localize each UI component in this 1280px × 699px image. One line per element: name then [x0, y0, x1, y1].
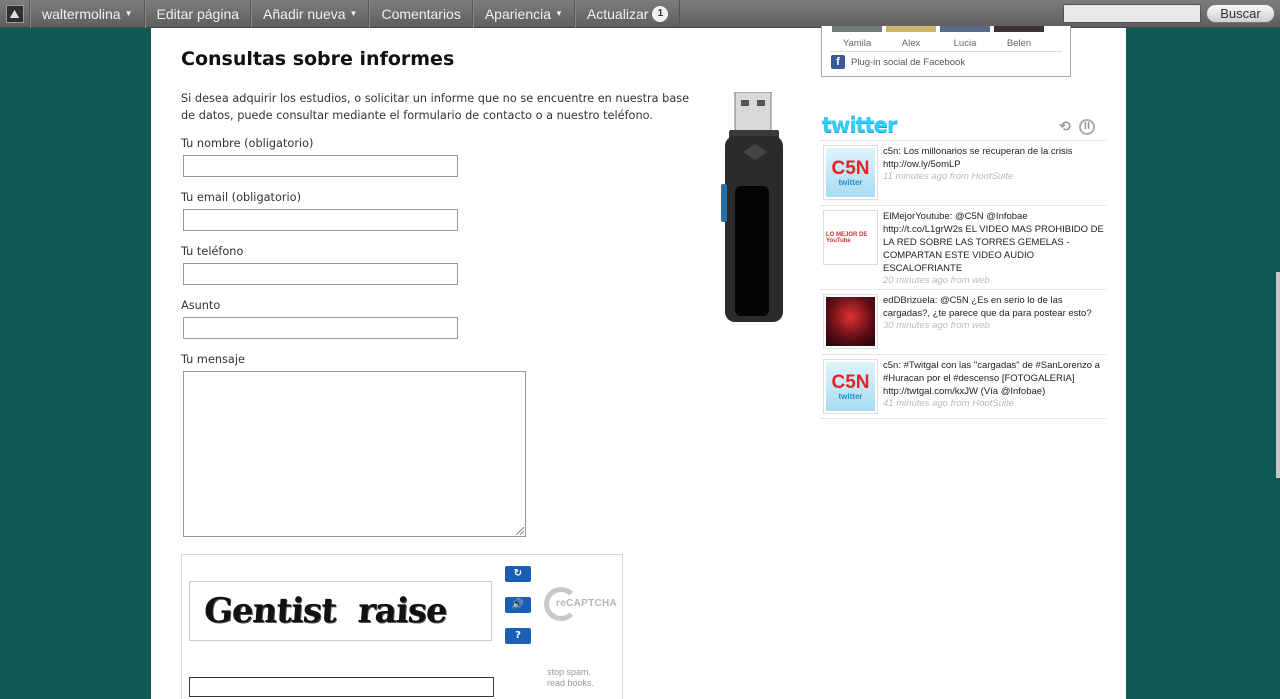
- avatar[interactable]: C5N twitter: [823, 145, 878, 200]
- usb-drive-image: [721, 92, 783, 322]
- captcha-image: Gentist raise: [189, 581, 492, 641]
- phone-label: Tu teléfono: [181, 245, 244, 258]
- tweet-meta[interactable]: 20 minutes ago from web: [883, 275, 1106, 286]
- page-title: Consultas sobre informes: [181, 48, 455, 70]
- recaptcha-logo-text: reCAPTCHA: [556, 598, 618, 609]
- recaptcha-tagline-1: stop spam.: [547, 667, 592, 677]
- update-count-badge: 1: [652, 5, 669, 22]
- appearance-label: Apariencia: [484, 5, 551, 22]
- youtube-avatar-text: LO MEJOR DE YouTube: [826, 213, 875, 262]
- facebook-icon: f: [831, 55, 845, 69]
- tweet-text[interactable]: edDBrizuela: @C5N ¿Es en serio lo de las…: [883, 293, 1106, 320]
- face-name: Belen: [1006, 38, 1032, 49]
- chevron-down-icon: ▼: [555, 9, 563, 18]
- wordpress-logo-icon[interactable]: ⛰: [0, 0, 30, 28]
- name-label: Tu nombre (obligatorio): [181, 137, 314, 150]
- add-new-menu[interactable]: Añadir nueva ▼: [251, 0, 370, 28]
- face-name: Yamila: [842, 38, 872, 49]
- face-name: Alex: [901, 38, 921, 49]
- resize-handle-icon[interactable]: [516, 527, 524, 535]
- captcha-response-input[interactable]: [189, 677, 494, 697]
- comments-label: Comentarios: [381, 5, 461, 22]
- tweet-text[interactable]: ElMejorYoutube: @C5N @Infobae http://t.c…: [883, 209, 1106, 275]
- c5n-avatar-sub: twitter: [838, 177, 863, 187]
- edit-page-button[interactable]: Editar página: [144, 0, 252, 28]
- name-field[interactable]: [183, 155, 458, 177]
- intro-text: Si desea adquirir los estudios, o solici…: [181, 92, 690, 122]
- tweet-item: C5N twitter c5n: #Twitgal con las "carga…: [821, 354, 1106, 419]
- update-button[interactable]: Actualizar 1: [574, 0, 681, 28]
- admin-search-input[interactable]: [1063, 4, 1201, 23]
- admin-bar: ⛰ waltermolina ▼ Editar página Añadir nu…: [0, 0, 1280, 28]
- refresh-icon[interactable]: ⟲: [1057, 119, 1073, 135]
- avatar[interactable]: [823, 294, 878, 349]
- message-textarea[interactable]: [183, 371, 526, 537]
- tweet-text[interactable]: c5n: Los millonarios se recuperan de la …: [883, 144, 1106, 171]
- captcha-word-2: raise: [356, 591, 448, 631]
- audio-icon[interactable]: 🔊: [505, 597, 531, 613]
- add-new-label: Añadir nueva: [263, 5, 346, 22]
- tweet-meta[interactable]: 41 minutes ago from HootSuite: [883, 398, 1106, 409]
- recaptcha-tagline-2: read books.: [547, 678, 595, 688]
- scrollbar-thumb[interactable]: [1276, 272, 1280, 478]
- twitter-logo: twitter: [822, 113, 897, 137]
- phone-field[interactable]: [183, 263, 458, 285]
- subject-field[interactable]: [183, 317, 458, 339]
- c5n-avatar-text: C5N: [831, 157, 870, 179]
- c5n-avatar-text: C5N: [831, 371, 870, 393]
- tweet-item: edDBrizuela: @C5N ¿Es en serio lo de las…: [821, 289, 1106, 354]
- facebook-face[interactable]: Alex: [884, 26, 938, 49]
- search-button[interactable]: Buscar: [1206, 4, 1275, 23]
- email-field[interactable]: [183, 209, 458, 231]
- recaptcha-tagline: stop spam. read books.: [547, 667, 594, 689]
- email-label: Tu email (obligatorio): [181, 191, 301, 204]
- chevron-down-icon: ▼: [124, 9, 133, 18]
- refresh-icon[interactable]: ↻: [505, 566, 531, 582]
- tweet-meta[interactable]: 30 minutes ago from web: [883, 320, 1106, 331]
- page-content: Consultas sobre informes Si desea adquir…: [151, 26, 1126, 699]
- chevron-down-icon: ▼: [349, 9, 358, 18]
- tweet-item: LO MEJOR DE YouTube ElMejorYoutube: @C5N…: [821, 205, 1106, 289]
- captcha-word-1: Gentist: [202, 591, 338, 631]
- facebook-faces: Yamila Alex Lucia Belen: [830, 26, 1046, 49]
- tweet-meta[interactable]: 11 minutes ago from HootSuite: [883, 171, 1106, 182]
- tweet-text[interactable]: c5n: #Twitgal con las "cargadas" de #San…: [883, 358, 1106, 398]
- message-label: Tu mensaje: [181, 353, 245, 366]
- admin-user-menu[interactable]: waltermolina ▼: [30, 0, 145, 28]
- tweet-item: C5N twitter c5n: Los millonarios se recu…: [821, 140, 1106, 205]
- admin-user-label: waltermolina: [42, 5, 121, 22]
- comments-button[interactable]: Comentarios: [369, 0, 473, 28]
- facebook-face[interactable]: Belen: [992, 26, 1046, 49]
- edit-page-label: Editar página: [156, 5, 240, 22]
- facebook-face[interactable]: Yamila: [830, 26, 884, 49]
- recaptcha-widget: Gentist raise ↻ 🔊 ? reCAPTCHA stop spam.…: [181, 554, 623, 699]
- divider: [830, 51, 1062, 52]
- tweet-list: C5N twitter c5n: Los millonarios se recu…: [821, 140, 1106, 419]
- c5n-avatar-sub: twitter: [838, 391, 863, 401]
- avatar[interactable]: C5N twitter: [823, 359, 878, 414]
- recaptcha-logo-icon: reCAPTCHA: [544, 585, 624, 623]
- face-name: Lucia: [953, 38, 977, 49]
- pause-icon[interactable]: ll: [1079, 119, 1095, 135]
- subject-label: Asunto: [181, 299, 221, 312]
- facebook-plugin-text: Plug-in social de Facebook: [851, 56, 966, 68]
- help-icon[interactable]: ?: [505, 628, 531, 644]
- facebook-likebox: Yamila Alex Lucia Belen f Plug-in social…: [821, 26, 1071, 77]
- facebook-face[interactable]: Lucia: [938, 26, 992, 49]
- avatar[interactable]: LO MEJOR DE YouTube: [823, 210, 878, 265]
- update-label: Actualizar: [586, 5, 649, 22]
- appearance-menu[interactable]: Apariencia ▼: [472, 0, 575, 28]
- facebook-plugin-link[interactable]: f Plug-in social de Facebook: [831, 55, 965, 69]
